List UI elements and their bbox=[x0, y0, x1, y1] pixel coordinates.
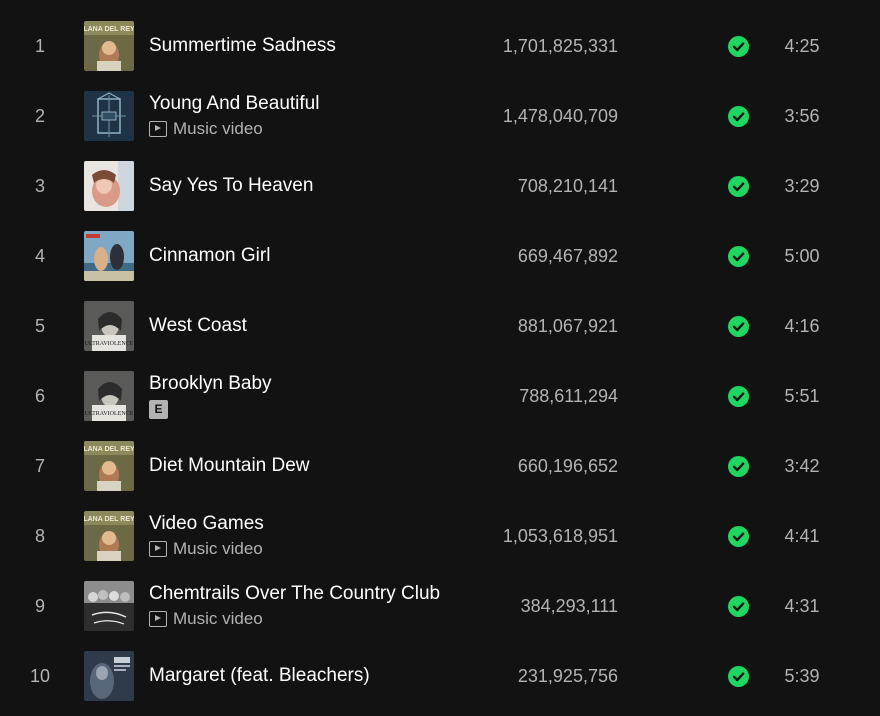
check-circle-icon[interactable] bbox=[728, 386, 749, 407]
track-number: 1 bbox=[34, 36, 45, 56]
play-count: 231,925,756 bbox=[517, 666, 618, 686]
track-row[interactable]: 6 ULTRAVIOLENCE Brooklyn Baby E 788,611,… bbox=[0, 361, 880, 431]
track-row[interactable]: 3 Say Yes To Heaven 708,210,141 3:29 bbox=[0, 151, 880, 221]
tracklist: 1 LANA DEL REY Summertime Sadness 1,701,… bbox=[0, 0, 880, 716]
track-subline: Music video bbox=[149, 118, 479, 140]
track-number: 10 bbox=[29, 666, 51, 686]
check-circle-icon[interactable] bbox=[728, 36, 749, 57]
track-info: Say Yes To Heaven bbox=[149, 151, 479, 221]
track-title[interactable]: Say Yes To Heaven bbox=[149, 174, 479, 198]
album-cover[interactable]: LANA DEL REY bbox=[84, 21, 134, 71]
track-number: 8 bbox=[34, 526, 45, 546]
track-info: West Coast bbox=[149, 291, 479, 361]
check-circle-icon[interactable] bbox=[728, 456, 749, 477]
play-box-icon bbox=[149, 541, 167, 557]
album-cover[interactable] bbox=[84, 651, 134, 701]
album-cover[interactable] bbox=[84, 231, 134, 281]
track-title[interactable]: Diet Mountain Dew bbox=[149, 454, 479, 478]
track-duration: 4:25 bbox=[784, 36, 820, 56]
album-cover[interactable] bbox=[84, 581, 134, 631]
track-duration: 5:39 bbox=[784, 666, 820, 686]
track-duration: 3:29 bbox=[784, 176, 820, 196]
track-title[interactable]: Margaret (feat. Bleachers) bbox=[149, 664, 479, 688]
album-cover[interactable]: ULTRAVIOLENCE bbox=[84, 371, 134, 421]
play-count: 708,210,141 bbox=[517, 176, 618, 196]
svg-text:LANA DEL REY: LANA DEL REY bbox=[84, 516, 134, 523]
album-cover[interactable]: LANA DEL REY bbox=[84, 511, 134, 561]
track-row[interactable]: 8 LANA DEL REY Video Games Music video 1… bbox=[0, 501, 880, 571]
check-circle-icon[interactable] bbox=[728, 596, 749, 617]
svg-text:LANA DEL REY: LANA DEL REY bbox=[84, 26, 134, 33]
track-number: 2 bbox=[34, 106, 45, 126]
track-number: 5 bbox=[34, 316, 45, 336]
play-count: 660,196,652 bbox=[517, 456, 618, 476]
track-info: Brooklyn Baby E bbox=[149, 361, 479, 431]
track-title[interactable]: Chemtrails Over The Country Club bbox=[149, 582, 479, 606]
track-row[interactable]: 4 Cinnamon Girl 669,467,892 5:00 bbox=[0, 221, 880, 291]
track-subline: Music video bbox=[149, 608, 479, 630]
track-row[interactable]: 5 ULTRAVIOLENCE West Coast 881,067,921 4… bbox=[0, 291, 880, 361]
track-info: Summertime Sadness bbox=[149, 11, 479, 81]
track-info: Diet Mountain Dew bbox=[149, 431, 479, 501]
track-number: 7 bbox=[34, 456, 45, 476]
track-number: 6 bbox=[34, 386, 45, 406]
svg-text:ULTRAVIOLENCE: ULTRAVIOLENCE bbox=[85, 341, 134, 347]
svg-text:LANA DEL REY: LANA DEL REY bbox=[84, 446, 134, 453]
svg-text:ULTRAVIOLENCE: ULTRAVIOLENCE bbox=[85, 411, 134, 417]
track-title[interactable]: West Coast bbox=[149, 314, 479, 338]
track-info: Young And Beautiful Music video bbox=[149, 81, 479, 151]
play-count: 788,611,294 bbox=[519, 386, 618, 406]
track-row[interactable]: 10 Margaret (feat. Bleachers) 231,925,75… bbox=[0, 641, 880, 711]
album-cover[interactable] bbox=[84, 91, 134, 141]
play-count: 881,067,921 bbox=[517, 316, 618, 336]
track-title[interactable]: Young And Beautiful bbox=[149, 92, 479, 116]
play-count: 669,467,892 bbox=[517, 246, 618, 266]
track-title[interactable]: Cinnamon Girl bbox=[149, 244, 479, 268]
track-row[interactable]: 2 Young And Beautiful Music video 1,478,… bbox=[0, 81, 880, 151]
play-box-icon bbox=[149, 611, 167, 627]
music-video-link[interactable]: Music video bbox=[173, 539, 263, 559]
play-count: 1,053,618,951 bbox=[502, 526, 618, 546]
check-circle-icon[interactable] bbox=[728, 176, 749, 197]
track-duration: 3:56 bbox=[784, 106, 820, 126]
album-cover[interactable]: LANA DEL REY bbox=[84, 441, 134, 491]
music-video-link[interactable]: Music video bbox=[173, 119, 263, 139]
track-duration: 5:00 bbox=[784, 246, 820, 266]
check-circle-icon[interactable] bbox=[728, 526, 749, 547]
play-box-icon bbox=[149, 121, 167, 137]
track-info: Chemtrails Over The Country Club Music v… bbox=[149, 571, 479, 641]
track-row[interactable]: 7 LANA DEL REY Diet Mountain Dew 660,196… bbox=[0, 431, 880, 501]
track-subline: Music video bbox=[149, 538, 479, 560]
music-video-link[interactable]: Music video bbox=[173, 609, 263, 629]
check-circle-icon[interactable] bbox=[728, 106, 749, 127]
track-duration: 5:51 bbox=[784, 386, 820, 406]
track-subline: E bbox=[149, 398, 479, 420]
track-number: 3 bbox=[34, 176, 45, 196]
track-title[interactable]: Summertime Sadness bbox=[149, 34, 479, 58]
play-count: 384,293,111 bbox=[520, 596, 618, 616]
album-cover[interactable]: ULTRAVIOLENCE bbox=[84, 301, 134, 351]
explicit-badge: E bbox=[149, 399, 168, 419]
track-info: Video Games Music video bbox=[149, 501, 479, 571]
album-cover[interactable] bbox=[84, 161, 134, 211]
track-title[interactable]: Video Games bbox=[149, 512, 479, 536]
track-duration: 4:41 bbox=[784, 526, 820, 546]
check-circle-icon[interactable] bbox=[728, 246, 749, 267]
check-circle-icon[interactable] bbox=[728, 666, 749, 687]
track-number: 4 bbox=[34, 246, 45, 266]
play-count: 1,478,040,709 bbox=[502, 106, 618, 126]
track-duration: 4:16 bbox=[784, 316, 820, 336]
track-duration: 4:31 bbox=[784, 596, 820, 616]
track-title[interactable]: Brooklyn Baby bbox=[149, 372, 479, 396]
track-info: Margaret (feat. Bleachers) bbox=[149, 641, 479, 711]
track-row[interactable]: 1 LANA DEL REY Summertime Sadness 1,701,… bbox=[0, 11, 880, 81]
check-circle-icon[interactable] bbox=[728, 316, 749, 337]
play-count: 1,701,825,331 bbox=[502, 36, 618, 56]
track-row[interactable]: 9 Chemtrails Over The Country Club Music… bbox=[0, 571, 880, 641]
track-number: 9 bbox=[34, 596, 45, 616]
track-duration: 3:42 bbox=[784, 456, 820, 476]
track-info: Cinnamon Girl bbox=[149, 221, 479, 291]
